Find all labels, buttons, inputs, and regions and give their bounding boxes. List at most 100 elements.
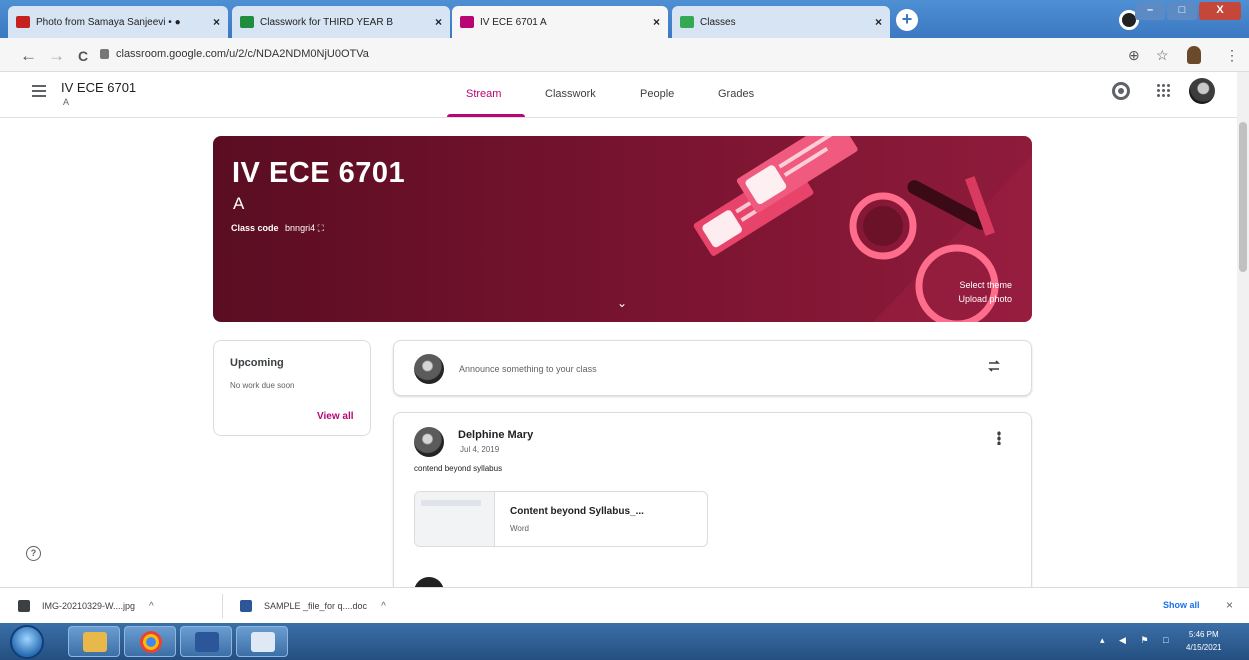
tab-title: Classwork for THIRD YEAR B — [260, 16, 393, 28]
system-tray[interactable]: ▴ ◀ ⚑ □ — [1100, 635, 1174, 646]
tab-close-icon[interactable]: × — [213, 15, 220, 29]
classroom-icon — [680, 16, 694, 28]
window-controls: – □ X — [1135, 2, 1241, 20]
tab-stream[interactable]: Stream — [466, 88, 501, 100]
download-options-caret-icon[interactable]: ^ — [149, 601, 154, 612]
image-file-icon — [18, 600, 30, 612]
chrome-icon — [140, 631, 162, 653]
download-bar: IMG-20210329-W....jpg ^ SAMPLE _file_for… — [0, 587, 1249, 623]
main-menu-icon[interactable] — [32, 85, 46, 100]
minimize-button[interactable]: – — [1135, 2, 1165, 20]
divider — [222, 594, 223, 618]
banner-section: A — [233, 194, 245, 213]
classroom-header: IV ECE 6701 A Stream Classwork People Gr… — [0, 72, 1249, 118]
tab-close-icon[interactable]: × — [435, 15, 442, 29]
classroom-icon — [460, 16, 474, 28]
upcoming-title: Upcoming — [230, 357, 284, 369]
scrollbar-thumb[interactable] — [1239, 122, 1247, 272]
help-icon[interactable]: ? — [26, 546, 41, 561]
reuse-post-icon[interactable] — [986, 358, 1002, 374]
banner-title: IV ECE 6701 — [232, 157, 406, 189]
address-bar: ← → C classroom.google.com/u/2/c/NDA2NDM… — [0, 38, 1249, 72]
taskbar-app[interactable] — [236, 626, 288, 657]
post-body: contend beyond syllabus — [414, 464, 503, 473]
browser-menu-icon[interactable]: ⋮ — [1225, 47, 1239, 64]
user-avatar — [414, 354, 444, 384]
browser-tab-classwork[interactable]: Classwork for THIRD YEAR B × — [232, 6, 450, 38]
clock-time: 5:46 PM — [1188, 630, 1219, 639]
scrollbar[interactable] — [1237, 72, 1249, 592]
download-options-caret-icon[interactable]: ^ — [381, 601, 386, 612]
upload-photo-link[interactable]: Upload photo — [958, 294, 1012, 304]
reload-icon[interactable]: C — [78, 48, 88, 64]
class-code-value[interactable]: bnngri4 ⛶ — [285, 223, 324, 233]
tab-title: IV ECE 6701 A — [480, 16, 547, 28]
tab-grades[interactable]: Grades — [718, 88, 754, 100]
view-all-link[interactable]: View all — [317, 411, 354, 422]
download-filename: IMG-20210329-W....jpg — [42, 601, 136, 611]
upcoming-empty-text: No work due soon — [230, 381, 295, 390]
clock-date: 4/15/2021 — [1186, 643, 1222, 652]
browser-tab-photo[interactable]: Photo from Samaya Sanjeevi • ● × — [8, 6, 228, 38]
tab-classwork[interactable]: Classwork — [545, 88, 596, 100]
taskbar-chrome[interactable] — [124, 626, 176, 657]
close-window-button[interactable]: X — [1199, 2, 1241, 20]
download-filename: SAMPLE _file_for q....doc — [264, 601, 368, 611]
author-avatar — [414, 427, 444, 457]
new-tab-button[interactable]: + — [896, 9, 918, 31]
stream-post: Delphine Mary Jul 4, 2019 contend beyond… — [393, 412, 1032, 607]
tab-close-icon[interactable]: × — [875, 15, 882, 29]
attachment-type: Word — [510, 524, 529, 533]
system-clock[interactable]: 5:46 PM 4/15/2021 — [1186, 628, 1222, 654]
more-options-icon[interactable] — [997, 431, 1001, 445]
announce-card[interactable]: Announce something to your class — [393, 340, 1032, 396]
classroom-icon — [240, 16, 254, 28]
window-icon — [251, 632, 275, 652]
close-download-bar-icon[interactable]: × — [1226, 598, 1233, 612]
account-avatar[interactable] — [1189, 78, 1215, 104]
folder-icon — [83, 632, 107, 652]
screen: Photo from Samaya Sanjeevi • ● × Classwo… — [0, 0, 1249, 660]
tab-people[interactable]: People — [640, 88, 674, 100]
select-theme-link[interactable]: Select theme — [959, 280, 1012, 290]
taskbar-explorer[interactable] — [68, 626, 120, 657]
attachment-title: Content beyond Syllabus_... — [510, 506, 644, 517]
settings-gear-icon[interactable] — [1112, 82, 1130, 100]
browser-tab-classes[interactable]: Classes × — [672, 6, 890, 38]
back-icon[interactable]: ← — [20, 46, 37, 66]
google-apps-icon[interactable] — [1156, 83, 1170, 97]
lock-icon — [100, 49, 109, 59]
word-file-icon — [240, 600, 252, 612]
word-icon — [195, 632, 219, 652]
maximize-button[interactable]: □ — [1167, 2, 1197, 20]
course-title[interactable]: IV ECE 6701 — [61, 80, 136, 95]
url-field[interactable]: classroom.google.com/u/2/c/NDA2NDM0NjU0O… — [116, 48, 369, 60]
post-author: Delphine Mary — [458, 429, 534, 441]
attachment-thumbnail — [415, 492, 495, 546]
tab-close-icon[interactable]: × — [653, 15, 660, 29]
class-banner: IV ECE 6701 A Class code bnngri4 ⛶ ⌄ Sel… — [213, 136, 1032, 322]
active-tab-indicator — [447, 114, 525, 117]
upcoming-card: Upcoming No work due soon View all — [213, 340, 371, 436]
extension-icon[interactable] — [1187, 46, 1201, 64]
browser-tab-ece[interactable]: IV ECE 6701 A × — [452, 6, 668, 38]
download-item[interactable]: IMG-20210329-W....jpg ^ — [18, 588, 154, 624]
start-button[interactable] — [10, 625, 44, 659]
bookmark-star-icon[interactable]: ☆ — [1156, 47, 1169, 64]
gmail-icon — [16, 16, 30, 28]
show-all-downloads-button[interactable]: Show all — [1163, 600, 1200, 610]
tab-title: Classes — [700, 16, 736, 28]
class-code[interactable]: Class code bnngri4 ⛶ — [231, 223, 324, 234]
tab-title: Photo from Samaya Sanjeevi • ● — [36, 16, 181, 28]
post-date: Jul 4, 2019 — [460, 445, 500, 454]
taskbar-word[interactable] — [180, 626, 232, 657]
banner-expand-chevron-icon[interactable]: ⌄ — [617, 296, 627, 310]
forward-icon[interactable]: → — [48, 46, 65, 66]
download-item[interactable]: SAMPLE _file_for q....doc ^ — [240, 588, 386, 624]
attachment-card[interactable]: Content beyond Syllabus_... Word — [414, 491, 708, 547]
windows-taskbar: ▴ ◀ ⚑ □ 5:46 PM 4/15/2021 — [0, 623, 1249, 660]
zoom-icon[interactable]: ⊕ — [1128, 47, 1140, 64]
announce-input[interactable]: Announce something to your class — [459, 364, 597, 374]
browser-tab-strip: Photo from Samaya Sanjeevi • ● × Classwo… — [0, 0, 1249, 38]
course-section: A — [63, 97, 70, 107]
